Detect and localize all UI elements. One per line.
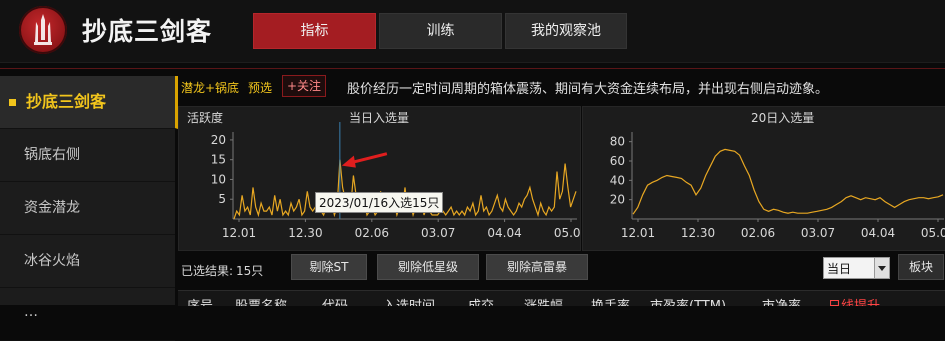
- top-bar: 抄底三剑客 指标 训练 我的观察池: [0, 0, 945, 63]
- x-tick-label: 12.01: [621, 226, 655, 240]
- sidebar-item-binggu[interactable]: 冰谷火焰: [0, 235, 175, 288]
- sidebar-item-zijin[interactable]: 资金潜龙: [0, 182, 175, 235]
- sidebar-item-label: 资金潜龙: [24, 200, 80, 216]
- tab-training[interactable]: 训练: [379, 13, 502, 49]
- y-tick-label: 10: [211, 172, 226, 186]
- strategy-description: 股价经历一定时间周期的箱体震荡、期间有大资金连续布局，并出现右侧启动迹象。: [347, 82, 829, 97]
- col-header-time[interactable]: 入选时间: [383, 295, 435, 306]
- daily-selection-chart: 活跃度 当日入选量 5 10 15 20 12.01 12.30 02.06 03.07 04.…: [178, 106, 581, 251]
- col-header-pb[interactable]: 市净率: [762, 295, 801, 306]
- x-tick-label: 02.06: [355, 226, 389, 240]
- prefilter-link[interactable]: 预选: [248, 79, 272, 96]
- y-tick-label: 15: [211, 153, 226, 167]
- tab-indicators[interactable]: 指标: [253, 13, 376, 49]
- sidebar-item-more[interactable]: …: [0, 288, 175, 341]
- period-select-value: 当日: [827, 262, 852, 276]
- chart-tooltip: 2023/01/16入选15只: [315, 192, 444, 213]
- sidebar-item-label: 冰谷火焰: [24, 253, 80, 269]
- sidebar: 抄底三剑客 锅底右侧 资金潜龙 冰谷火焰 …: [0, 76, 178, 341]
- remove-high-risk-button[interactable]: 剔除高雷暴: [486, 254, 588, 280]
- header-divider: [0, 68, 945, 69]
- x-tick-label: 05.09: [554, 226, 580, 240]
- daily-selection-svg: 5 10 15 20 12.01 12.30 02.06 03.07 04.04 05.09: [211, 122, 580, 240]
- sword-logo-icon: [19, 6, 67, 54]
- sidebar-item-label: 抄底三剑客: [26, 92, 107, 111]
- strategy-name[interactable]: 潜龙+锅底: [181, 79, 239, 96]
- sector-button[interactable]: 板块: [898, 254, 944, 280]
- results-table-header: 序号 股票名称 代码 入选时间 成交 涨跌幅 换手率 市盈率(TTM) 市净率 …: [178, 290, 945, 306]
- col-header-code[interactable]: 代码: [322, 295, 348, 306]
- strategy-bar: 潜龙+锅底 预选 +关注 股价经历一定时间周期的箱体震荡、期间有大资金连续布局，…: [178, 72, 945, 102]
- x-tick-label: 05.09: [921, 226, 945, 240]
- follow-button[interactable]: +关注: [282, 75, 327, 97]
- sidebar-item-chaodi[interactable]: 抄底三剑客: [0, 76, 178, 129]
- sidebar-item-label: 锅底右侧: [24, 147, 80, 163]
- sidebar-item-label: …: [24, 304, 38, 320]
- x-tick-label: 04.04: [487, 226, 521, 240]
- tab-watchlist[interactable]: 我的观察池: [505, 13, 627, 49]
- twenty-day-selection-svg: 20 40 60 80 12.01 12.30 02.06 03.07 04.04 05.09: [610, 132, 945, 240]
- x-tick-label: 12.30: [681, 226, 715, 240]
- y-tick-label: 20: [211, 133, 226, 147]
- x-tick-label: 03.07: [421, 226, 455, 240]
- y-tick-label: 80: [610, 135, 625, 149]
- y-tick-label: 60: [610, 154, 625, 168]
- col-header-turnover[interactable]: 换手率: [591, 295, 630, 306]
- y-tick-label: 5: [218, 192, 226, 206]
- x-tick-label: 02.06: [741, 226, 775, 240]
- col-header-uplift[interactable]: 只线提升: [828, 295, 880, 306]
- pointer-arrow-icon: [341, 155, 356, 168]
- result-toolbar: 已选结果: 15只 剔除ST 剔除低星级 剔除高雷暴 当日 板块: [178, 252, 945, 284]
- remove-st-button[interactable]: 剔除ST: [291, 254, 367, 280]
- x-tick-label: 03.07: [801, 226, 835, 240]
- col-header-name[interactable]: 股票名称: [235, 295, 287, 306]
- x-tick-label: 04.04: [861, 226, 895, 240]
- chevron-down-icon[interactable]: [874, 258, 889, 278]
- result-count: 15只: [236, 264, 264, 278]
- sidebar-item-guodi[interactable]: 锅底右侧: [0, 129, 175, 182]
- period-select[interactable]: 当日: [823, 257, 890, 279]
- x-tick-label: 12.30: [288, 226, 322, 240]
- col-header-change[interactable]: 涨跌幅: [524, 295, 563, 306]
- series-line: [632, 148, 944, 215]
- remove-low-star-button[interactable]: 剔除低星级: [377, 254, 479, 280]
- active-bullet-icon: [9, 99, 16, 106]
- x-tick-label: 12.01: [222, 226, 256, 240]
- y-tick-label: 20: [610, 193, 625, 207]
- result-label: 已选结果:: [181, 264, 234, 278]
- col-header-pe[interactable]: 市盈率(TTM): [650, 295, 726, 306]
- y-tick-label: 40: [610, 173, 625, 187]
- twenty-day-selection-chart: 20日入选量 20 40 60 80 12.01 12.30 02.06 03.07 04.04…: [582, 106, 945, 251]
- col-header-index[interactable]: 序号: [187, 295, 213, 306]
- app-title: 抄底三剑客: [82, 17, 213, 46]
- col-header-volume[interactable]: 成交: [468, 295, 494, 306]
